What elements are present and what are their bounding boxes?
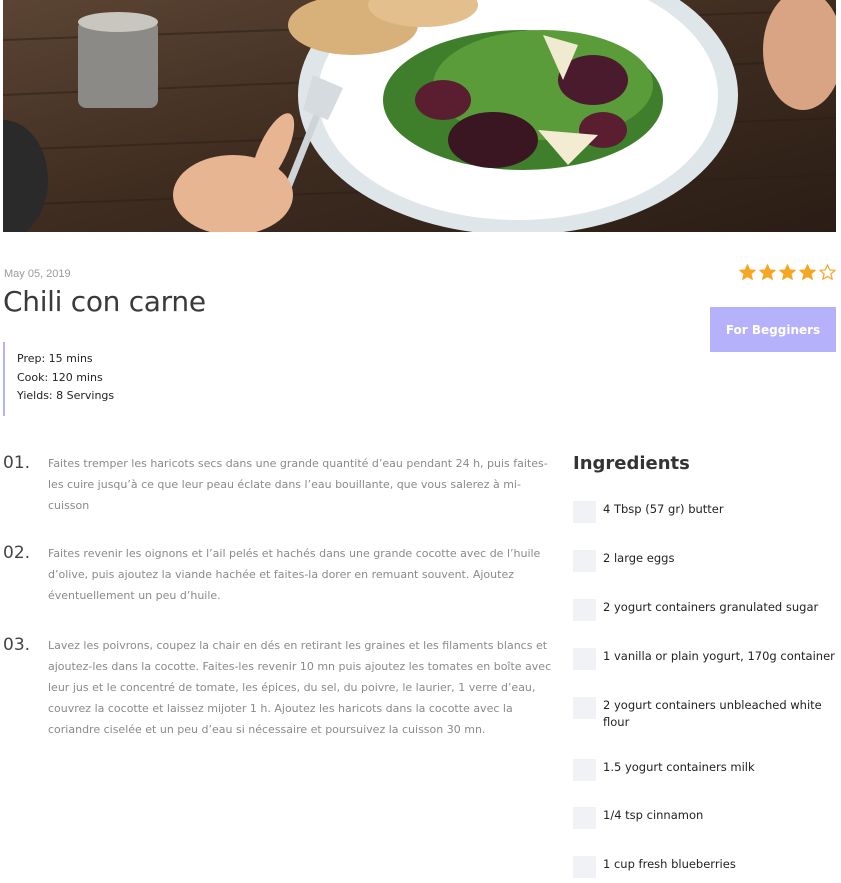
step-item: 01. Faites tremper les haricots secs dan…: [3, 453, 555, 516]
recipe-hero-image: [3, 0, 836, 232]
ingredient-label: 2 yogurt containers unbleached white flo…: [603, 698, 822, 729]
ingredient-checkbox[interactable]: [573, 648, 596, 670]
star-filled-icon[interactable]: [779, 264, 796, 281]
prep-time: Prep: 15 mins: [17, 352, 93, 365]
recipe-date: May 05, 2019: [4, 268, 71, 280]
step-number: 03.: [3, 635, 31, 655]
ingredient-item[interactable]: 2 large eggs: [573, 550, 838, 572]
ingredient-item[interactable]: 1 vanilla or plain yogurt, 170g containe…: [573, 648, 838, 670]
ingredient-label: 4 Tbsp (57 gr) butter: [603, 502, 724, 516]
recipe-meta: Prep: 15 mins Cook: 120 mins Yields: 8 S…: [3, 342, 114, 416]
ingredient-item[interactable]: 1 cup fresh blueberries: [573, 856, 838, 878]
yields: Yields: 8 Servings: [17, 389, 115, 402]
step-item: 02. Faites revenir les oignons et l’ail …: [3, 543, 555, 606]
step-item: 03. Lavez les poivrons, coupez la chair …: [3, 635, 555, 740]
ingredient-checkbox[interactable]: [573, 807, 596, 829]
step-number: 02.: [3, 543, 31, 563]
ingredient-checkbox[interactable]: [573, 697, 596, 719]
cook-time: Cook: 120 mins: [17, 370, 103, 384]
star-rating[interactable]: [739, 264, 839, 284]
ingredient-item[interactable]: 2 yogurt containers unbleached white flo…: [573, 697, 838, 731]
star-filled-icon[interactable]: [739, 264, 756, 281]
step-text: Faites tremper les haricots secs dans un…: [48, 457, 548, 512]
star-filled-icon[interactable]: [759, 264, 776, 281]
star-filled-icon[interactable]: [799, 264, 816, 281]
ingredient-label: 1 cup fresh blueberries: [603, 857, 736, 871]
ingredient-label: 2 yogurt containers granulated sugar: [603, 600, 819, 614]
ingredient-checkbox[interactable]: [573, 550, 596, 572]
ingredient-label: 1/4 tsp cinnamon: [603, 808, 704, 822]
ingredient-label: 1.5 yogurt containers milk: [603, 760, 755, 774]
ingredient-checkbox[interactable]: [573, 759, 596, 781]
star-empty-icon[interactable]: [819, 264, 836, 281]
ingredient-checkbox[interactable]: [573, 599, 596, 621]
step-text: Faites revenir les oignons et l’ail pelé…: [48, 547, 541, 602]
ingredient-item[interactable]: 4 Tbsp (57 gr) butter: [573, 501, 838, 523]
difficulty-level-button[interactable]: For Begginers: [710, 307, 836, 352]
step-text: Lavez les poivrons, coupez la chair en d…: [48, 639, 552, 736]
recipe-title: Chili con carne: [3, 285, 206, 318]
ingredient-item[interactable]: 1.5 yogurt containers milk: [573, 759, 838, 781]
ingredient-label: 2 large eggs: [603, 551, 675, 565]
ingredient-checkbox[interactable]: [573, 501, 596, 523]
ingredient-item[interactable]: 1/4 tsp cinnamon: [573, 807, 838, 829]
ingredient-item[interactable]: 2 yogurt containers granulated sugar: [573, 599, 838, 621]
step-number: 01.: [3, 453, 31, 473]
ingredient-label: 1 vanilla or plain yogurt, 170g containe…: [603, 649, 835, 663]
ingredient-checkbox[interactable]: [573, 856, 596, 878]
ingredients-title: Ingredients: [573, 453, 690, 474]
